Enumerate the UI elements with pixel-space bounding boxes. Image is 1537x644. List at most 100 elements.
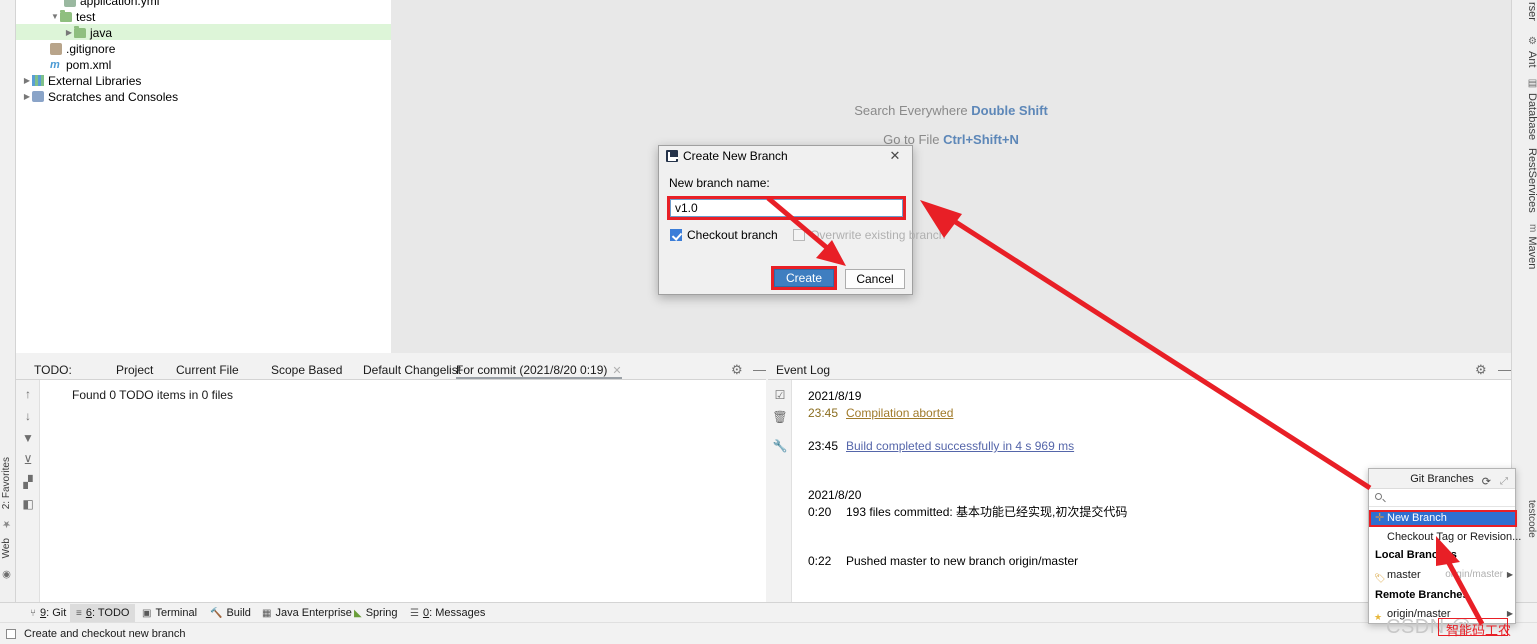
maven-icon: m	[50, 59, 62, 71]
tree-item-label: application.yml	[80, 0, 159, 8]
tab-scope-based[interactable]: Scope Based	[271, 362, 342, 379]
arrow-down-icon[interactable]: ↓	[20, 408, 36, 424]
toolwindow-button-git[interactable]: ⑂9: Git	[24, 604, 72, 622]
wrench-icon[interactable]: 🔧	[772, 438, 788, 454]
toolwindow-label: : TODO	[92, 607, 130, 619]
tab-label: Scope Based	[271, 363, 342, 377]
close-icon[interactable]: ✕	[612, 365, 621, 377]
left-tool-rail-top	[0, 0, 16, 353]
git-popup-item-new-branch[interactable]: ✛New Branch	[1371, 512, 1515, 525]
yml-file-icon	[64, 0, 76, 7]
tree-row[interactable]: ▼test	[16, 8, 391, 24]
item-label: New Branch	[1387, 512, 1447, 524]
branch-name: master	[1387, 569, 1421, 581]
event-link[interactable]: Build completed successfully in 4 s 969 …	[846, 439, 1074, 453]
new-branch-highlight: ✛New Branch	[1369, 510, 1517, 527]
toolwindow-label: Java Enterprise	[275, 607, 351, 619]
star-icon: ★	[1374, 609, 1382, 625]
create-button[interactable]: Create	[774, 269, 834, 287]
tree-row[interactable]: application.yml	[16, 0, 391, 8]
gitignore-icon	[50, 43, 62, 55]
arrow-up-icon[interactable]: ↑	[20, 386, 36, 402]
minimize-icon[interactable]: —	[753, 363, 766, 376]
tab-for-commit[interactable]: For commit (2021/8/20 0:19) ✕	[456, 362, 622, 379]
tab-label: Default Changelist	[363, 363, 461, 377]
right-tab-database[interactable]: ▤Database	[1512, 76, 1537, 142]
tree-row[interactable]: mpom.xml	[16, 56, 391, 72]
toolwindow-button-todo[interactable]: ≡6: TODO	[70, 604, 135, 622]
toolwindow-button-java-enterprise[interactable]: ▦ Java Enterprise	[256, 604, 358, 622]
branch-name-input[interactable]	[670, 199, 903, 217]
toolwindow-button-build[interactable]: 🔨Build	[204, 604, 257, 622]
event-date-label: 2021/8/19	[808, 389, 861, 403]
right-tab-label: RestServices	[1526, 148, 1537, 213]
tab-default-changelist[interactable]: Default Changelist	[363, 362, 461, 379]
event-entry: 23:45Compilation aborted	[808, 405, 1511, 422]
left-tab-favorites[interactable]: 2: Favorites	[1, 457, 16, 509]
gear-icon[interactable]: ⚙	[1475, 363, 1487, 376]
left-tab-web[interactable]: Web	[1, 538, 16, 558]
toolwindow-button-terminal[interactable]: ▣Terminal	[136, 604, 203, 622]
left-tool-rail: 2: Favorites ★ Web ◉	[0, 353, 16, 602]
toolwindow-label: : Git	[46, 607, 66, 619]
branch-tag-icon: 🏷	[1374, 570, 1385, 586]
tree-row[interactable]: .gitignore	[16, 40, 391, 56]
chevron-right-icon[interactable]: ▶	[22, 89, 32, 105]
tree-row-external-libraries[interactable]: ▶External Libraries	[16, 72, 391, 88]
tree-row-java[interactable]: ▶java	[16, 24, 391, 40]
right-tab-restservices[interactable]: RestServices	[1512, 146, 1537, 215]
hint-label: Search Everywhere	[854, 103, 967, 118]
event-time: 0:20	[808, 504, 846, 521]
right-tab-maven[interactable]: mMaven	[1512, 222, 1537, 271]
event-log-toolbar: ☑ 🗑 🔧	[768, 380, 792, 602]
expand-icon[interactable]: ⊻	[20, 452, 36, 468]
gear-icon[interactable]: ⚙	[731, 363, 743, 376]
project-tool-window[interactable]: application.yml ▼test ▶java .gitignore m…	[16, 0, 391, 353]
close-icon[interactable]: ✕	[886, 146, 904, 166]
dialog-checkboxes: Checkout branch Overwrite existing branc…	[670, 228, 945, 242]
tree-item-label: .gitignore	[66, 42, 115, 56]
tab-label: For commit (2021/8/20 0:19)	[456, 363, 607, 377]
folder-icon	[74, 28, 86, 38]
cancel-button[interactable]: Cancel	[845, 269, 905, 289]
event-link[interactable]: Compilation aborted	[846, 406, 953, 420]
tab-current-file[interactable]: Current File	[176, 362, 239, 379]
web-icon: ◉	[1, 569, 16, 580]
git-popup-branch-master[interactable]: 🏷master origin/master ▶	[1369, 567, 1517, 583]
section-label: Remote Branches	[1375, 589, 1469, 601]
chevron-right-icon[interactable]: ▶	[64, 25, 74, 41]
search-icon	[1375, 493, 1382, 500]
minimize-icon[interactable]: —	[1498, 363, 1511, 376]
filter-icon[interactable]: ▼	[20, 430, 36, 446]
intellij-icon	[666, 150, 678, 162]
right-tab-parser[interactable]: rser	[1512, 0, 1537, 23]
left-tab-label: Web	[1, 538, 12, 558]
chevron-right-icon[interactable]: ▶	[1507, 567, 1513, 583]
dialog-titlebar: Create New Branch ✕	[659, 146, 912, 166]
right-tab-ant[interactable]: ⚙Ant	[1512, 34, 1537, 70]
chevron-right-icon[interactable]: ▶	[22, 73, 32, 89]
right-tab-label: Maven	[1526, 236, 1537, 269]
create-new-branch-dialog: Create New Branch ✕ New branch name: Che…	[658, 145, 913, 295]
git-branches-search-field[interactable]	[1369, 489, 1515, 507]
checkbox-label: Overwrite existing branch	[810, 228, 945, 242]
git-branches-header: Git Branches ⟳ ⤢	[1369, 469, 1515, 489]
javaee-icon: ▦	[262, 605, 271, 623]
todo-label: TODO:	[34, 362, 72, 379]
right-tab-label: Ant	[1526, 51, 1537, 68]
trash-icon[interactable]: 🗑	[772, 409, 788, 425]
status-bar: Create and checkout new branch	[0, 622, 1537, 644]
tree-row-scratches[interactable]: ▶Scratches and Consoles	[16, 88, 391, 104]
toolwindow-button-spring[interactable]: ◣Spring	[348, 604, 404, 622]
git-popup-item-checkout-tag[interactable]: Checkout Tag or Revision...	[1369, 529, 1517, 545]
chevron-down-icon[interactable]: ▼	[50, 9, 60, 25]
tool-window-bar: ⑂9: Git ≡6: TODO ▣Terminal 🔨Build ▦ Java …	[0, 602, 1537, 622]
terminal-icon: ▣	[142, 605, 151, 623]
toolwindow-button-messages[interactable]: ☰0: Messages	[404, 604, 491, 622]
event-date-label: 2021/8/20	[808, 488, 861, 502]
group-icon[interactable]: ▞	[20, 474, 36, 490]
tab-project[interactable]: Project	[116, 362, 153, 379]
preview-icon[interactable]: ◧	[20, 496, 36, 512]
mark-read-icon[interactable]: ☑	[772, 387, 788, 403]
checkout-branch-checkbox[interactable]: Checkout branch	[670, 228, 778, 242]
